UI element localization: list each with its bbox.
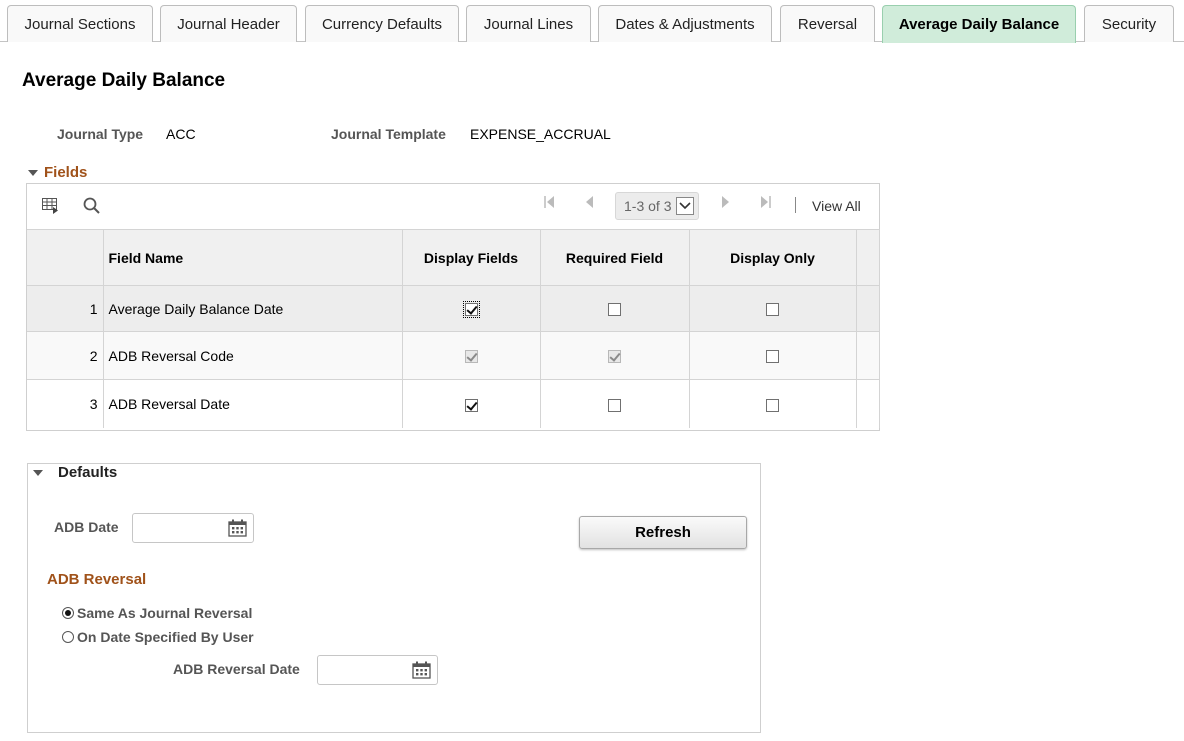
first-page-icon[interactable]: [544, 195, 556, 212]
chevron-down-icon[interactable]: [676, 197, 694, 215]
collapse-triangle-icon: [28, 169, 38, 176]
field-name: ADB Reversal Code: [103, 331, 403, 380]
journal-template-label: Journal Template: [331, 126, 446, 142]
defaults-section: [27, 463, 761, 733]
tab-journal-lines[interactable]: Journal Lines: [466, 5, 591, 42]
tab-average-daily-balance[interactable]: Average Daily Balance: [882, 5, 1076, 43]
display-fields-checkbox[interactable]: [464, 398, 478, 412]
adb-reversal-title: ADB Reversal: [47, 571, 147, 588]
fields-section-title: Fields: [44, 164, 88, 181]
radio-same-as-journal-reversal[interactable]: Same As Journal Reversal: [62, 605, 252, 621]
display-only-checkbox[interactable]: [766, 350, 779, 364]
radio-on-date-specified-by-user[interactable]: On Date Specified By User: [62, 629, 254, 645]
required-field-checkbox[interactable]: [608, 398, 621, 412]
previous-page-icon[interactable]: [585, 195, 595, 212]
row-number: 3: [27, 379, 104, 428]
defaults-section-toggle[interactable]: Defaults: [33, 464, 117, 481]
col-header-required-field: Required Field: [540, 229, 690, 286]
grid-personalize-icon[interactable]: [42, 198, 60, 217]
row-count-text: 1-3 of 3: [624, 198, 672, 214]
radio-button[interactable]: [62, 607, 74, 619]
required-field-checkbox: [608, 350, 621, 364]
adb-reversal-date-label: ADB Reversal Date: [173, 661, 300, 677]
tab-currency-defaults[interactable]: Currency Defaults: [305, 5, 459, 42]
tab-bar: Journal Sections Journal Header Currency…: [0, 0, 1184, 43]
field-name: ADB Reversal Date: [103, 379, 403, 428]
table-row: 3 ADB Reversal Date: [27, 379, 880, 428]
row-number: 1: [27, 285, 104, 332]
col-header-display-fields: Display Fields: [402, 229, 541, 286]
refresh-button[interactable]: Refresh: [579, 516, 747, 549]
field-name: Average Daily Balance Date: [103, 285, 403, 332]
last-page-icon[interactable]: [759, 195, 771, 212]
journal-template-value: EXPENSE_ACCRUAL: [470, 126, 611, 142]
tab-journal-header[interactable]: Journal Header: [160, 5, 297, 42]
journal-type-value: ACC: [166, 126, 196, 142]
calendar-icon[interactable]: [228, 519, 247, 537]
col-header-spacer: [856, 229, 880, 286]
calendar-icon[interactable]: [412, 661, 431, 679]
grid-toolbar: 1-3 of 3 View All: [27, 184, 879, 229]
defaults-section-title: Defaults: [58, 464, 118, 481]
radio-label: Same As Journal Reversal: [77, 605, 253, 621]
table-row: 2 ADB Reversal Code: [27, 331, 880, 380]
tab-journal-sections[interactable]: Journal Sections: [7, 5, 153, 42]
row-count-selector[interactable]: 1-3 of 3: [615, 192, 699, 220]
tab-security[interactable]: Security: [1084, 5, 1174, 42]
tab-reversal[interactable]: Reversal: [780, 5, 875, 42]
col-header-field-name: Field Name: [103, 229, 403, 286]
toolbar-divider: [795, 197, 796, 213]
col-header-row-number: [27, 229, 104, 286]
display-only-checkbox[interactable]: [766, 398, 779, 412]
display-fields-checkbox[interactable]: [462, 301, 480, 319]
fields-table: Field Name Display Fields Required Field…: [27, 229, 880, 428]
display-fields-checkbox: [464, 350, 478, 364]
adb-date-input[interactable]: [132, 513, 254, 543]
table-row: 1 Average Daily Balance Date: [27, 285, 880, 332]
table-header-row: Field Name Display Fields Required Field…: [27, 229, 880, 286]
page-title: Average Daily Balance: [22, 70, 226, 91]
adb-reversal-date-input[interactable]: [317, 655, 438, 685]
col-header-display-only: Display Only: [689, 229, 857, 286]
tab-dates-adjustments[interactable]: Dates & Adjustments: [598, 5, 772, 42]
radio-button[interactable]: [62, 631, 74, 643]
search-icon[interactable]: [83, 197, 101, 218]
fields-grid: 1-3 of 3 View All Field Name Display Fie…: [26, 183, 880, 431]
display-only-checkbox[interactable]: [766, 303, 779, 317]
required-field-checkbox[interactable]: [608, 303, 621, 317]
journal-type-label: Journal Type: [57, 126, 144, 142]
adb-date-label: ADB Date: [54, 519, 119, 535]
view-all-link[interactable]: View All: [812, 198, 861, 214]
row-number: 2: [27, 331, 104, 380]
fields-section-toggle[interactable]: Fields: [28, 164, 87, 181]
radio-label: On Date Specified By User: [77, 629, 254, 645]
next-page-icon[interactable]: [720, 195, 730, 212]
collapse-triangle-icon: [33, 469, 43, 476]
